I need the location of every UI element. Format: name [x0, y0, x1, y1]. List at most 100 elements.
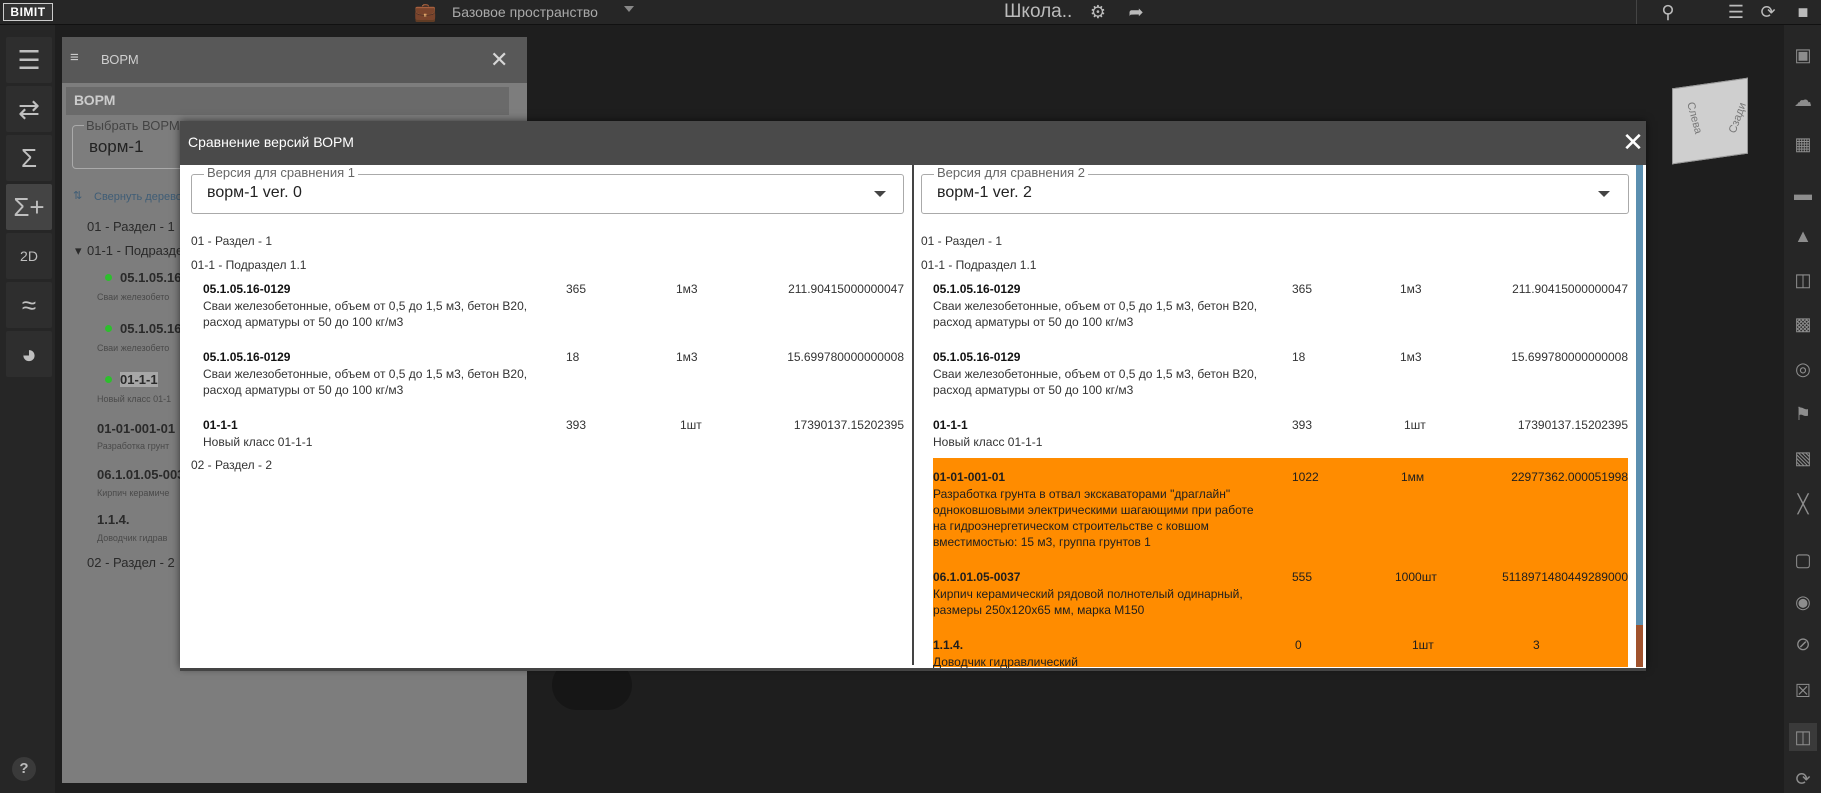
help-icon[interactable]: ? — [12, 757, 36, 781]
row-total: 15.699780000000008 — [787, 350, 904, 364]
row-code: 05.1.05.16-0129 — [203, 282, 291, 296]
row-code: 05.1.05.16-0129 — [203, 350, 291, 364]
search-icon[interactable]: ⚲ — [1657, 1, 1679, 23]
row-desc: на гидроэнергетическом строительстве с к… — [933, 519, 1209, 533]
row-total: 211.90415000000047 — [1512, 282, 1628, 296]
tree-node[interactable]: 01-01-001-01 — [97, 421, 175, 436]
status-dot — [105, 325, 112, 332]
box-icon[interactable]: ▢ — [1789, 546, 1817, 574]
subsection-row: 01-1 - Подраздел 1.1 — [921, 258, 1037, 272]
gear-icon[interactable]: ⚙ — [1087, 1, 1109, 23]
row-code: 05.1.05.16-0129 — [933, 350, 1021, 364]
row-unit: 1мм — [1401, 470, 1425, 484]
tree-node[interactable]: 01 - Раздел - 1 — [87, 219, 175, 234]
chevron-down-icon[interactable] — [874, 191, 886, 197]
vorm-dropdown[interactable] — [66, 87, 509, 115]
section-row: 01 - Раздел - 1 — [921, 234, 1003, 248]
workspace-selector[interactable]: Базовое пространство — [452, 4, 598, 20]
user-icon[interactable]: ■ — [1792, 1, 1814, 23]
close-icon[interactable]: ✕ — [490, 47, 508, 73]
hide-selection-icon[interactable]: ☒ — [1789, 677, 1817, 705]
row-desc: расход арматуры от 50 до 100 кг/м3 — [203, 383, 404, 397]
version-1-label: Версия для сравнения 1 — [204, 165, 358, 180]
tree-icon[interactable]: ☰ — [6, 37, 52, 83]
row-qty: 18 — [1292, 350, 1306, 364]
cross-section-icon[interactable]: ╳ — [1789, 490, 1817, 518]
divider — [1636, 0, 1637, 24]
row-total: 211.90415000000047 — [788, 282, 904, 296]
panel-title: ВОРМ — [101, 52, 139, 67]
section-plane-icon[interactable]: ▲ — [1789, 222, 1817, 250]
row-desc: расход арматуры от 50 до 100 кг/м3 — [933, 315, 1134, 329]
sigma-plus-icon[interactable]: Σ+ — [6, 184, 52, 230]
sync-icon[interactable]: ⟳ — [1757, 1, 1779, 23]
tree-node-desc: Кирпич керамиче — [97, 488, 170, 498]
row-total: 15.699780000000008 — [1511, 350, 1628, 364]
caret-icon[interactable]: ▾ — [75, 243, 82, 259]
collapse-icon[interactable]: ⇅ — [73, 189, 82, 202]
ruler-icon[interactable]: ▬ — [1789, 180, 1817, 208]
row-qty: 1022 — [1292, 470, 1319, 484]
layout-icon[interactable]: ▩ — [1789, 310, 1817, 338]
subsection-row: 01-1 - Подраздел 1.1 — [191, 258, 307, 272]
tree-node-desc: Сваи железобето — [97, 292, 170, 302]
briefcase-icon[interactable]: 💼 — [414, 1, 436, 23]
row-qty: 393 — [1292, 418, 1313, 432]
row-desc: Сваи железобетонные, объем от 0,5 до 1,5… — [203, 299, 528, 313]
orbit-icon[interactable]: ⟳ — [1789, 765, 1817, 793]
tree-node-desc: Разработка грунт — [97, 441, 170, 451]
chevron-down-icon[interactable] — [1598, 191, 1610, 197]
row-total: 5118971480449289000 — [1502, 570, 1628, 584]
tree-node[interactable]: 05.1.05.16 — [120, 321, 181, 336]
row-total: 22977362.000051998 — [1511, 470, 1628, 484]
row-code: 1.1.4. — [933, 638, 964, 652]
row-desc: Сваи железобетонные, объем от 0,5 до 1,5… — [933, 367, 1258, 381]
tree-node[interactable]: 02 - Раздел - 2 — [87, 555, 175, 570]
share-icon[interactable]: ➦ — [1125, 1, 1147, 23]
sigma-icon[interactable]: Σ — [6, 135, 52, 181]
row-qty: 365 — [566, 282, 587, 296]
version-2-label: Версия для сравнения 2 — [934, 165, 1088, 180]
eye-off-icon[interactable]: ⊘ — [1789, 630, 1817, 658]
section-row: 01 - Раздел - 1 — [191, 234, 273, 248]
row-desc: Сваи железобетонные, объем от 0,5 до 1,5… — [933, 299, 1258, 313]
dialog-title: Сравнение версий ВОРМ — [188, 134, 354, 150]
row-qty: 18 — [566, 350, 580, 364]
cloud-icon[interactable]: ☁ — [1789, 86, 1817, 114]
chevron-down-icon[interactable] — [624, 6, 634, 12]
row-unit: 1м3 — [676, 282, 698, 296]
tree-node[interactable]: 05.1.05.16 — [120, 270, 181, 285]
row-desc: одноковшовыми электрическими шагающими п… — [933, 503, 1254, 517]
select-box-icon[interactable]: ▦ — [1789, 130, 1817, 158]
row-code: 01-01-001-01 — [933, 470, 1006, 484]
gauge-icon[interactable]: ◕ — [6, 331, 52, 377]
transform-icon[interactable]: ▧ — [1789, 444, 1817, 472]
row-total: 17390137.15202395 — [1517, 418, 1628, 432]
3d-box-icon[interactable]: ◫ — [1789, 723, 1817, 751]
chart-icon[interactable]: ≈ — [6, 282, 52, 328]
2d-icon[interactable]: 2D — [6, 233, 52, 279]
row-qty: 393 — [566, 418, 587, 432]
added-rows-highlight: 01-01-001-01 Разработка грунта в отвал э… — [933, 458, 1628, 669]
collapse-tree-button[interactable]: Свернуть дерево — [94, 191, 182, 203]
scrollbar-track[interactable] — [1636, 625, 1643, 667]
row-total: 17390137.15202395 — [793, 418, 904, 432]
section-box-icon[interactable]: ◫ — [1789, 266, 1817, 294]
version-1-value: ворм-1 ver. 0 — [207, 184, 302, 201]
focus-icon[interactable]: ▣ — [1789, 41, 1817, 69]
flag-icon[interactable]: ⚑ — [1789, 400, 1817, 428]
shuffle-icon[interactable]: ⇄ — [6, 86, 52, 132]
list-icon[interactable]: ☰ — [1725, 1, 1747, 23]
scrollbar[interactable] — [1636, 165, 1643, 625]
target-icon[interactable]: ◎ — [1789, 355, 1817, 383]
menu-icon[interactable]: ≡ — [70, 49, 79, 66]
status-dot — [105, 376, 112, 383]
tree-node[interactable]: 01-1-1 — [120, 372, 158, 387]
close-icon[interactable]: ✕ — [1620, 129, 1646, 155]
tree-node[interactable]: 06.1.01.05-003 — [97, 467, 184, 482]
bimit-logo[interactable]: BIMIT — [3, 3, 53, 21]
tree-node[interactable]: 1.1.4. — [97, 512, 130, 527]
row-qty: 365 — [1292, 282, 1313, 296]
row-desc: Сваи железобетонные, объем от 0,5 до 1,5… — [203, 367, 528, 381]
eye-icon[interactable]: ◉ — [1789, 588, 1817, 616]
